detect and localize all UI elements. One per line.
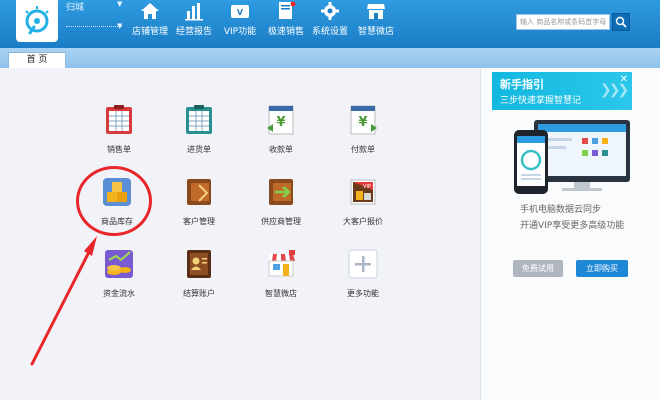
vip-promo-text: 开通VIP享受更多高级功能: [520, 221, 625, 231]
cloud-sync-text: 手机电脑数据云同步: [520, 205, 602, 215]
phone-and-computer-icon: [514, 120, 630, 194]
buy-now-button[interactable]: 立即购买: [576, 260, 628, 277]
close-icon[interactable]: ✕: [620, 74, 628, 85]
devices-illustration: [512, 116, 632, 198]
free-trial-button[interactable]: 免费试用: [513, 260, 563, 277]
beginner-guide-banner[interactable]: 新手指引 三步快速掌握智慧记 ❯❯❯ ✕: [492, 72, 632, 110]
guide-subtitle: 三步快速掌握智慧记: [500, 96, 582, 106]
guide-title: 新手指引: [500, 78, 544, 91]
